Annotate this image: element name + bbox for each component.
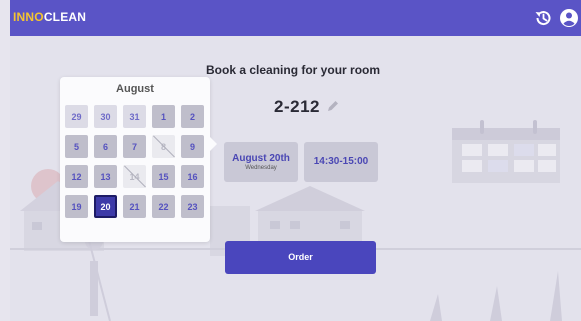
calendar-day[interactable]: 1	[152, 105, 175, 128]
date-chip-label: August 20th	[232, 153, 290, 164]
calendar-day: 14	[123, 165, 146, 188]
calendar-day[interactable]: 6	[94, 135, 117, 158]
date-chip[interactable]: August 20th Wednesday	[224, 142, 298, 182]
calendar-day[interactable]: 31	[123, 105, 146, 128]
calendar-day[interactable]: 30	[94, 105, 117, 128]
calendar-day[interactable]: 23	[181, 195, 204, 218]
calendar-day[interactable]: 21	[123, 195, 146, 218]
calendar-day[interactable]: 12	[65, 165, 88, 188]
top-bar: INNOCLEAN	[10, 0, 581, 36]
account-icon[interactable]	[559, 8, 579, 28]
room-number: 2-212	[274, 97, 320, 116]
calendar-day[interactable]: 2	[181, 105, 204, 128]
brand-logo: INNOCLEAN	[13, 10, 86, 24]
calendar-month: August	[116, 83, 154, 95]
calendar-grid: 29 30 31 1 2 5 6 7 8 9 12 13 14 15 16 19 20 21 22 23	[65, 105, 204, 218]
calendar-day[interactable]: 7	[123, 135, 146, 158]
history-icon[interactable]	[533, 8, 553, 28]
pencil-icon[interactable]	[326, 99, 340, 113]
date-chip-weekday: Wednesday	[245, 165, 277, 171]
main-area: Book a cleaning for your room 2-212 Augu…	[10, 36, 581, 321]
calendar-popover: August 29 30 31 1 2 5 6 7 8 9 12 13 14 15 16 19 20 21 22 23	[60, 77, 217, 242]
calendar-day[interactable]: 22	[152, 195, 175, 218]
popover-arrow	[210, 137, 217, 151]
calendar-day-selected[interactable]: 20	[94, 195, 117, 218]
time-chip[interactable]: 14:30-15:00	[304, 142, 378, 182]
calendar-day[interactable]: 9	[181, 135, 204, 158]
brand-part1: INNO	[13, 10, 44, 24]
brand-part2: CLEAN	[43, 10, 87, 24]
order-button[interactable]: Order	[225, 241, 376, 274]
calendar-day[interactable]: 5	[65, 135, 88, 158]
calendar-day[interactable]: 29	[65, 105, 88, 128]
calendar-day[interactable]: 16	[181, 165, 204, 188]
calendar-day[interactable]: 13	[94, 165, 117, 188]
calendar-day[interactable]: 15	[152, 165, 175, 188]
calendar-day[interactable]: 19	[65, 195, 88, 218]
calendar-day: 8	[152, 135, 175, 158]
page-heading: Book a cleaning for your room	[206, 63, 381, 77]
